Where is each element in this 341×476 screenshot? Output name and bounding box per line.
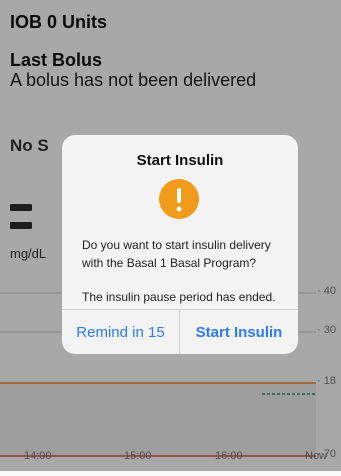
dialog-message: Do you want to start insulin delivery wi… — [82, 236, 292, 306]
remind-in-15-button[interactable]: Remind in 15 — [62, 310, 179, 354]
dialog-message-note: The insulin pause period has ended. — [82, 290, 276, 304]
dialog-message-text: Do you want to start insulin delivery wi… — [82, 238, 271, 270]
start-insulin-button[interactable]: Start Insulin — [180, 310, 298, 354]
start-insulin-dialog: Start Insulin Do you want to start insul… — [62, 135, 298, 354]
dialog-title: Start Insulin — [136, 152, 224, 169]
warning-icon — [159, 179, 199, 219]
